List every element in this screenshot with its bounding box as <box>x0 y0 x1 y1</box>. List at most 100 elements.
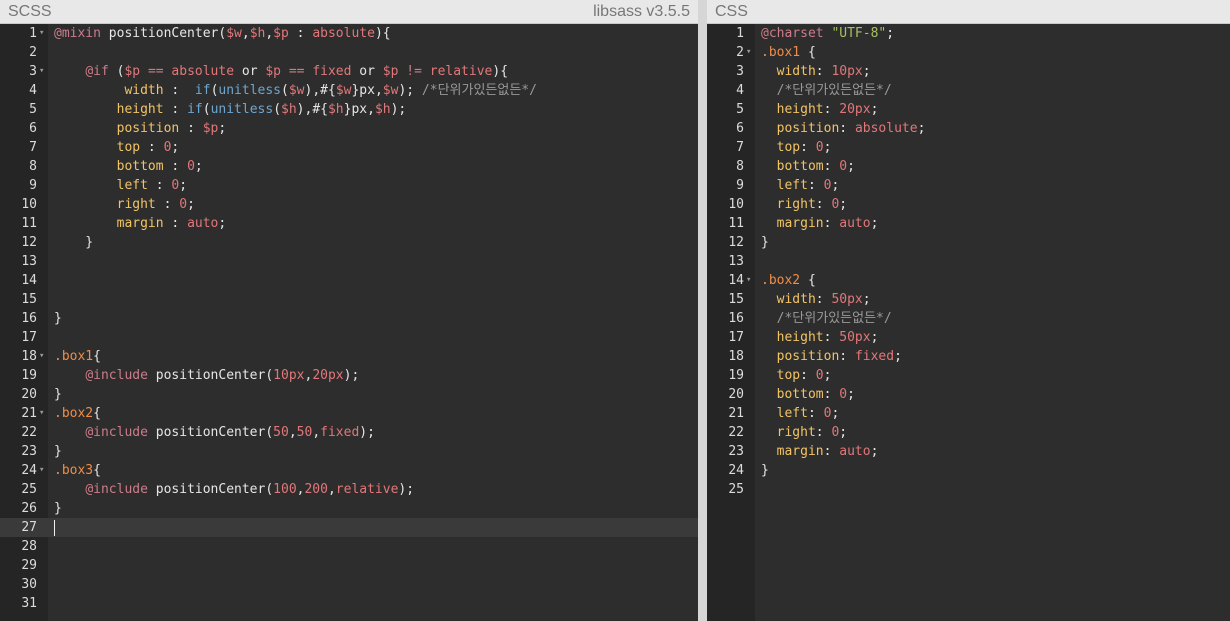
code-line[interactable]: 3 ▾ @if ($p == absolute or $p == fixed or… <box>0 62 698 81</box>
fold-arrow-icon[interactable]: ▾ <box>39 62 48 81</box>
code-line[interactable]: 1 ▾ @mixin positionCenter($w,$h,$p : absol… <box>0 24 698 43</box>
code-token: ); <box>390 102 407 117</box>
code-line[interactable]: 15 width: 50px; <box>707 290 1230 309</box>
code-line[interactable]: 17 height: 50px; <box>707 328 1230 347</box>
fold-arrow-icon[interactable]: ▾ <box>39 24 48 43</box>
code-token: bottom <box>776 159 824 174</box>
code-line[interactable]: 14 <box>0 271 698 290</box>
code-line[interactable]: 8 bottom: 0; <box>707 157 1230 176</box>
code-line[interactable]: 7 top: 0; <box>707 138 1230 157</box>
code-line[interactable]: 30 <box>0 575 698 594</box>
code-line[interactable]: 12 } <box>0 233 698 252</box>
code-token: { <box>93 349 101 364</box>
code-token: left <box>776 406 808 421</box>
fold-arrow-icon[interactable]: ▾ <box>39 404 48 423</box>
code-token: : <box>839 121 855 136</box>
code-line[interactable]: 3 width: 10px; <box>707 62 1230 81</box>
code-line[interactable]: 22 right: 0; <box>707 423 1230 442</box>
code-line[interactable]: 12} <box>707 233 1230 252</box>
code-line[interactable]: 6 position : $p; <box>0 119 698 138</box>
css-code-lines[interactable]: 1 @charset "UTF-8"; 2 ▾ .box1 {3 width: 10px… <box>707 24 1230 499</box>
code-token: 20px <box>312 368 344 383</box>
code-line[interactable]: 13 <box>0 252 698 271</box>
code-line[interactable]: 2 <box>0 43 698 62</box>
code-line[interactable]: 9 left : 0; <box>0 176 698 195</box>
code-line[interactable]: 16} <box>0 309 698 328</box>
scss-code-lines[interactable]: 1 ▾ @mixin positionCenter($w,$h,$p : absol… <box>0 24 698 613</box>
code-line[interactable]: 24} <box>707 461 1230 480</box>
code-line[interactable]: 10 right : 0; <box>0 195 698 214</box>
code-text: @if ($p == absolute or $p == fixed or $p… <box>54 62 508 81</box>
code-line[interactable]: 9 left: 0; <box>707 176 1230 195</box>
code-token: $p <box>265 64 282 79</box>
line-number: 6 <box>736 121 744 136</box>
code-line[interactable]: 28 <box>0 537 698 556</box>
code-line[interactable]: 23 margin: auto; <box>707 442 1230 461</box>
code-line[interactable]: 29 <box>0 556 698 575</box>
fold-arrow-icon[interactable]: ▾ <box>746 271 755 290</box>
line-number: 13 <box>21 254 37 269</box>
line-number: 20 <box>21 387 37 402</box>
scss-editor[interactable]: 1 ▾ @mixin positionCenter($w,$h,$p : absol… <box>0 24 698 621</box>
code-line[interactable]: 4 width : if(unitless($w),#{$w}px,$w); /… <box>0 81 698 100</box>
code-line[interactable]: 16 /*단위가있든없든*/ <box>707 309 1230 328</box>
code-line[interactable]: 14 ▾ .box2 { <box>707 271 1230 290</box>
code-line[interactable]: 17 <box>0 328 698 347</box>
fold-arrow-icon[interactable]: ▾ <box>39 461 48 480</box>
code-line[interactable]: 2 ▾ .box1 { <box>707 43 1230 62</box>
code-line[interactable]: 7 top : 0; <box>0 138 698 157</box>
code-token: width <box>776 64 816 79</box>
code-line[interactable]: 26} <box>0 499 698 518</box>
code-token: 50px <box>831 292 863 307</box>
code-token: ; <box>839 197 848 212</box>
line-number: 12 <box>728 235 744 250</box>
code-text: right : 0; <box>54 195 195 214</box>
code-line[interactable]: 19 @include positionCenter(10px,20px); <box>0 366 698 385</box>
line-number: 2 <box>736 45 744 60</box>
code-line[interactable]: 15 <box>0 290 698 309</box>
code-line[interactable]: 5 height : if(unitless($h),#{$h}px,$h); <box>0 100 698 119</box>
code-line[interactable]: 19 top: 0; <box>707 366 1230 385</box>
code-line[interactable]: 5 height: 20px; <box>707 100 1230 119</box>
code-line[interactable]: 22 @include positionCenter(50,50,fixed); <box>0 423 698 442</box>
code-line[interactable]: 4 /*단위가있든없든*/ <box>707 81 1230 100</box>
code-line[interactable]: 23} <box>0 442 698 461</box>
code-line[interactable]: 1 @charset "UTF-8"; <box>707 24 1230 43</box>
code-line[interactable]: 6 position: absolute; <box>707 119 1230 138</box>
line-number: 31 <box>21 596 37 611</box>
code-line[interactable]: 31 <box>0 594 698 613</box>
code-line[interactable]: 18 position: fixed; <box>707 347 1230 366</box>
code-line[interactable]: 20 bottom: 0; <box>707 385 1230 404</box>
pane-resize-handle[interactable] <box>698 0 707 621</box>
code-line[interactable]: 11 margin: auto; <box>707 214 1230 233</box>
code-line[interactable]: 21 left: 0; <box>707 404 1230 423</box>
code-line[interactable]: 21 ▾ .box2{ <box>0 404 698 423</box>
code-line[interactable]: 27 <box>0 518 698 537</box>
code-line[interactable]: 24 ▾ .box3{ <box>0 461 698 480</box>
code-line[interactable]: 25 @include positionCenter(100,200,relat… <box>0 480 698 499</box>
line-number: 16 <box>21 311 37 326</box>
code-line[interactable]: 8 bottom : 0; <box>0 157 698 176</box>
code-token: or <box>234 64 266 79</box>
line-number: 7 <box>736 140 744 155</box>
code-token: $h <box>327 102 344 117</box>
code-text: margin: auto; <box>761 442 879 461</box>
code-token: height <box>116 102 164 117</box>
fold-arrow-icon[interactable]: ▾ <box>39 347 48 366</box>
code-line[interactable]: 20} <box>0 385 698 404</box>
code-line[interactable]: 18 ▾ .box1{ <box>0 347 698 366</box>
code-line[interactable]: 13 <box>707 252 1230 271</box>
code-line[interactable]: 10 right: 0; <box>707 195 1230 214</box>
code-line[interactable]: 25 <box>707 480 1230 499</box>
code-token: width <box>124 83 164 98</box>
css-output-editor[interactable]: 1 @charset "UTF-8"; 2 ▾ .box1 {3 width: 10px… <box>707 24 1230 621</box>
code-line[interactable]: 11 margin : auto; <box>0 214 698 233</box>
code-token: 50 <box>296 425 313 440</box>
line-number: 18 <box>728 349 744 364</box>
code-token: { <box>800 273 816 288</box>
fold-arrow-icon[interactable]: ▾ <box>746 43 755 62</box>
